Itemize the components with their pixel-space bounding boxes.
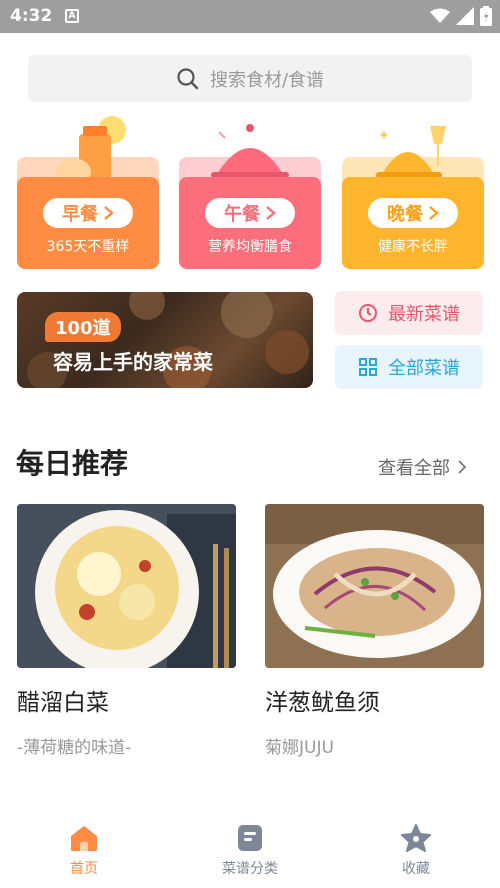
meal-subtitle: 365天不重样 <box>46 239 130 255</box>
battery-icon <box>480 6 492 26</box>
tab-label: 首页 <box>70 861 98 877</box>
meal-card-lunch[interactable]: 午餐 营养均衡膳食 <box>179 112 321 269</box>
chevron-right-icon <box>104 206 114 220</box>
meal-card-dinner[interactable]: ✦ 晚餐 健康不长胖 <box>342 112 484 269</box>
see-all-link[interactable]: 查看全部 <box>378 454 466 480</box>
recipe-image <box>265 504 484 668</box>
tab-home[interactable]: 首页 <box>24 824 144 878</box>
signal-icon <box>456 7 474 25</box>
home-icon <box>71 826 97 851</box>
meal-pill-lunch[interactable]: 午餐 <box>205 198 295 228</box>
daily-recommend-title: 每日推荐 <box>16 447 129 480</box>
meal-card-breakfast[interactable]: 早餐 365天不重样 <box>17 112 159 269</box>
grid-icon <box>359 358 377 376</box>
system-icons <box>430 6 492 26</box>
clock-icon <box>359 304 377 322</box>
latest-recipes-button[interactable]: 最新菜谱 <box>335 291 483 335</box>
recipe-name: 洋葱鱿鱼须 <box>265 690 380 716</box>
meal-label: 晚餐 <box>387 204 423 225</box>
all-recipes-button[interactable]: 全部菜谱 <box>335 345 483 389</box>
bottom-tab-bar: 首页 菜谱分类 收藏 <box>0 816 500 888</box>
search-bar[interactable]: 搜索食材/食谱 <box>28 55 472 102</box>
tab-label: 菜谱分类 <box>222 861 278 877</box>
meal-pill-breakfast[interactable]: 早餐 <box>43 198 133 228</box>
chevron-right-icon <box>266 206 276 220</box>
svg-text:✦: ✦ <box>378 128 390 144</box>
tab-label: 收藏 <box>402 861 430 877</box>
recipe-author: -薄荷糖的味道- <box>17 738 132 758</box>
recipe-book-icon <box>238 825 262 851</box>
meal-pill-dinner[interactable]: 晚餐 <box>368 198 458 228</box>
search-placeholder: 搜索食材/食谱 <box>209 69 325 91</box>
banner-title: 容易上手的家常菜 <box>53 350 213 374</box>
see-all-label: 查看全部 <box>378 458 450 479</box>
recipe-card[interactable]: 醋溜白菜 -薄荷糖的味道- <box>17 504 236 758</box>
search-icon <box>177 67 199 89</box>
latest-recipes-label: 最新菜谱 <box>388 304 460 325</box>
recipe-author: 菊娜JUJU <box>265 738 334 758</box>
meal-label: 午餐 <box>224 204 260 225</box>
banner-badge: 100道 <box>45 312 121 342</box>
recipe-name: 醋溜白菜 <box>17 690 109 716</box>
tab-favorites[interactable]: 收藏 <box>356 824 476 878</box>
status-bar: 4:32 A <box>0 0 500 33</box>
tab-recipe-categories[interactable]: 菜谱分类 <box>190 824 310 878</box>
notification-icon: A <box>65 9 79 23</box>
chevron-right-icon <box>429 206 439 220</box>
star-icon <box>401 824 431 852</box>
status-time: 4:32 <box>10 6 53 26</box>
recipe-card[interactable]: 洋葱鱿鱼须 菊娜JUJU <box>265 504 484 758</box>
all-recipes-label: 全部菜谱 <box>388 358 460 379</box>
recipe-image <box>17 504 236 668</box>
chevron-right-icon <box>458 460 466 474</box>
home-style-dishes-banner[interactable]: 100道 容易上手的家常菜 <box>17 292 313 388</box>
meal-label: 早餐 <box>62 204 98 225</box>
meal-subtitle: 营养均衡膳食 <box>208 239 292 255</box>
wifi-icon <box>430 8 450 23</box>
meal-subtitle: 健康不长胖 <box>378 239 448 255</box>
